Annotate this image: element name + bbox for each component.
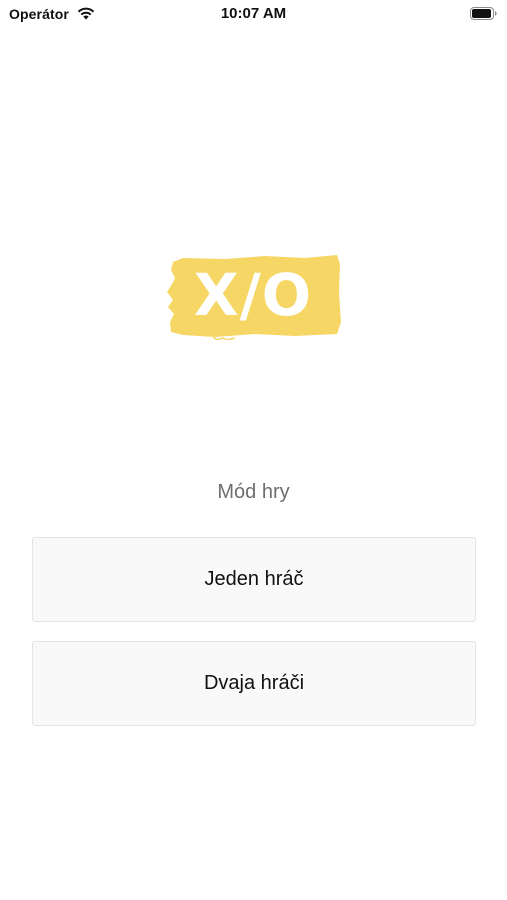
status-time: 10:07 AM xyxy=(220,5,287,22)
game-mode-label: Mód hry xyxy=(217,481,290,503)
status-bar: Operátor 10:07 AM xyxy=(0,0,507,30)
single-player-label: Jeden hráč xyxy=(204,568,304,590)
two-players-button[interactable]: Dvaja hráči xyxy=(32,641,476,726)
app-logo: X/O xyxy=(165,252,341,340)
logo-text: X/O xyxy=(193,261,313,329)
two-players-label: Dvaja hráči xyxy=(203,672,305,694)
main-screen: Operátor 10:07 AM X/O Mód hry Jeden hráč xyxy=(0,0,507,900)
battery-icon xyxy=(470,7,497,20)
single-player-button[interactable]: Jeden hráč xyxy=(32,537,476,622)
